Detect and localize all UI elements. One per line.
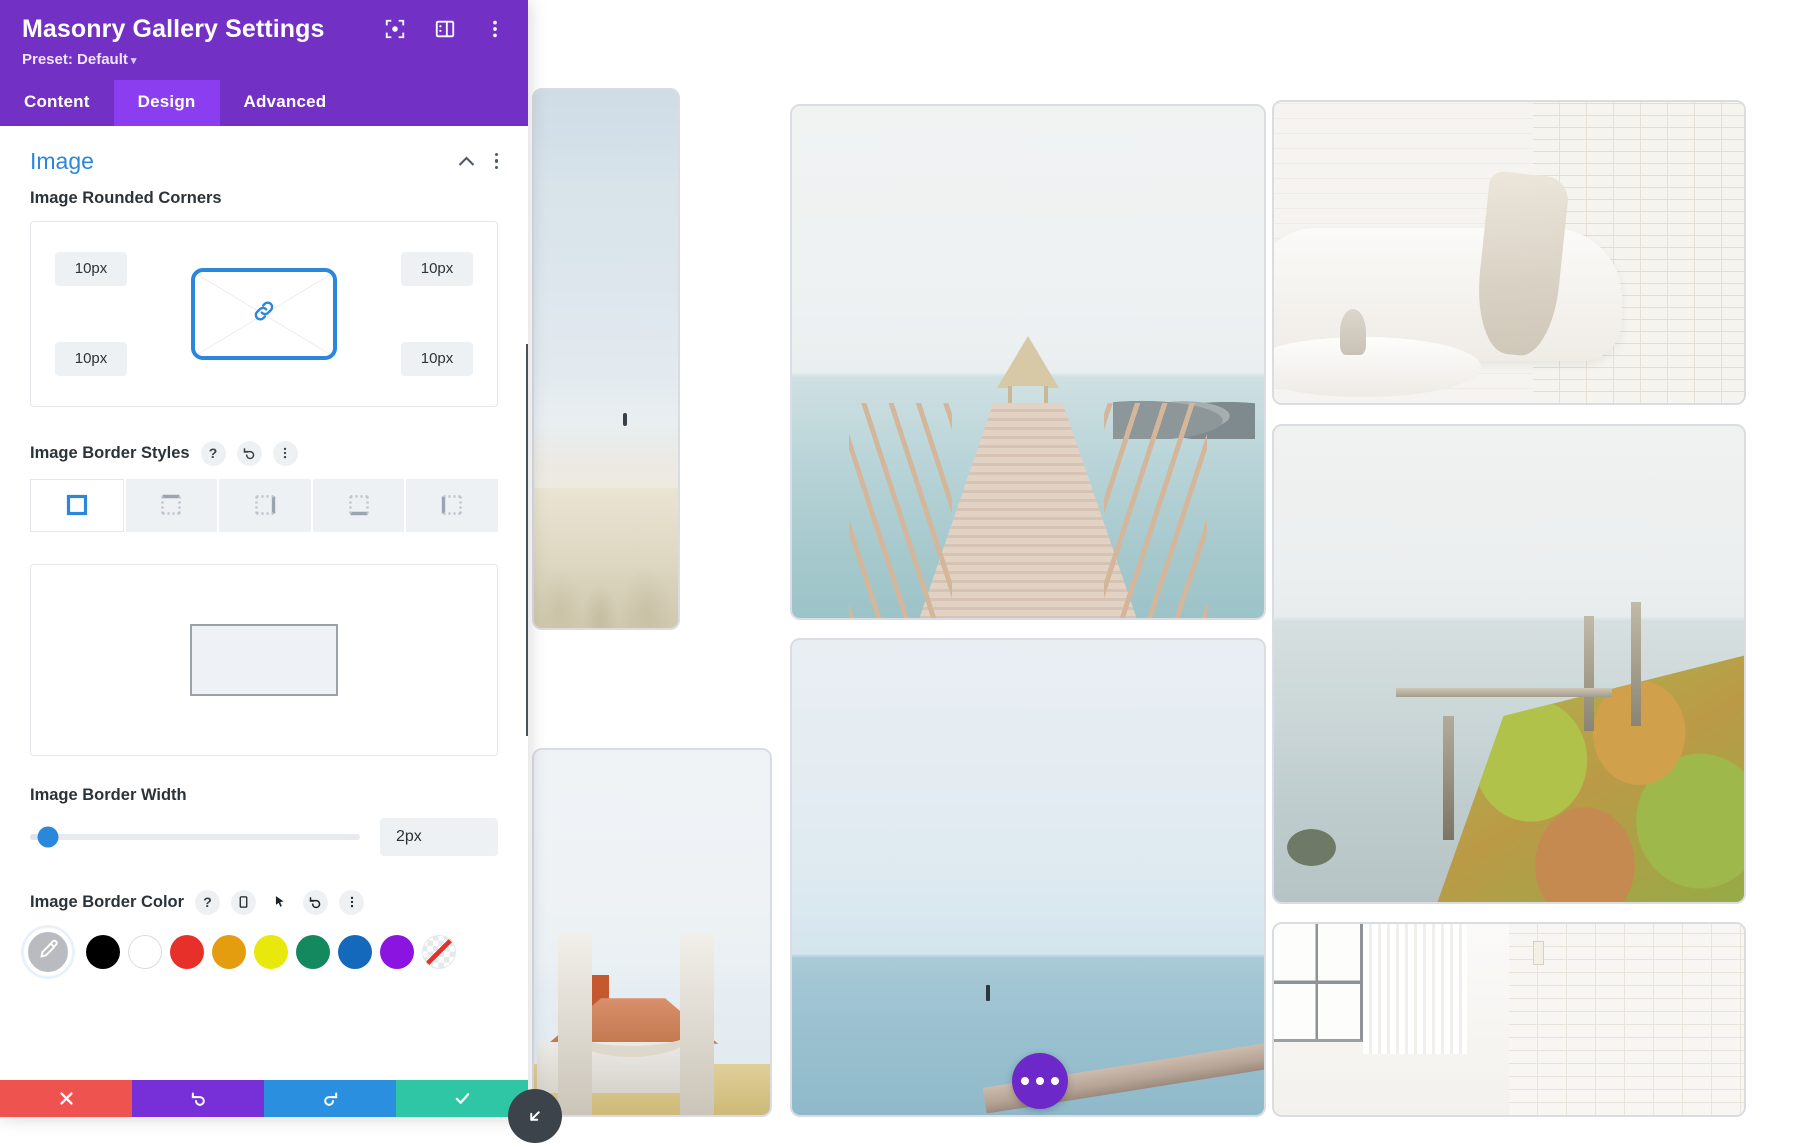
preset-selector[interactable]: Preset: Default▾	[22, 51, 506, 68]
settings-scroll-area[interactable]: Image Image Rounded Corners 10px 10px 10…	[0, 126, 528, 1081]
preset-label: Preset: Default	[22, 51, 128, 68]
field-image-border-styles: Image Border Styles ?	[0, 441, 528, 756]
responsive-phone-icon[interactable]	[231, 890, 256, 915]
kebab-menu-icon[interactable]	[484, 18, 506, 40]
corner-top-left-input[interactable]: 10px	[55, 252, 127, 286]
panel-action-bar	[0, 1080, 528, 1117]
border-all-sides-option[interactable]	[30, 479, 124, 532]
panel-resize-handle[interactable]	[508, 1089, 562, 1143]
field-image-border-color: Image Border Color ?	[0, 890, 528, 915]
swatch-purple[interactable]	[380, 935, 414, 969]
gallery-image-window[interactable]	[1272, 922, 1746, 1117]
border-width-label: Image Border Width	[30, 786, 498, 805]
gallery-image-rope[interactable]	[532, 748, 772, 1117]
photo-jetty	[792, 640, 1264, 1115]
photo-rope	[534, 750, 770, 1115]
border-width-control: 2px	[30, 818, 498, 856]
border-right-only-option[interactable]	[219, 479, 311, 532]
layout-panel-icon[interactable]	[434, 18, 456, 40]
corner-bottom-left-input[interactable]: 10px	[55, 342, 127, 376]
panel-scrollbar[interactable]	[526, 344, 528, 736]
swatch-yellow[interactable]	[254, 935, 288, 969]
border-styles-label-row: Image Border Styles ?	[30, 441, 498, 466]
module-options-fab[interactable]	[1012, 1053, 1068, 1109]
photo-dune	[534, 90, 678, 628]
field-image-border-width: Image Border Width 2px	[0, 786, 528, 856]
panel-header-icons	[384, 18, 506, 40]
gallery-image-dune[interactable]	[532, 88, 680, 630]
corner-top-right-input[interactable]: 10px	[401, 252, 473, 286]
color-picker-button[interactable]	[24, 928, 72, 976]
border-bottom-only-option[interactable]	[313, 479, 405, 532]
photo-sofa	[1274, 102, 1744, 403]
border-width-slider[interactable]	[30, 834, 360, 840]
photo-cliff	[1274, 426, 1744, 902]
help-icon[interactable]: ?	[201, 441, 226, 466]
swatch-black[interactable]	[86, 935, 120, 969]
border-styles-label: Image Border Styles	[30, 444, 190, 463]
help-icon[interactable]: ?	[195, 890, 220, 915]
border-style-options	[30, 479, 498, 532]
corner-link-toggle[interactable]	[191, 268, 337, 360]
tab-content[interactable]: Content	[0, 80, 114, 126]
section-kebab-menu-icon[interactable]	[495, 153, 499, 170]
border-preview-swatch	[190, 624, 338, 696]
rounded-corners-label: Image Rounded Corners	[30, 189, 498, 208]
undo-button[interactable]	[132, 1080, 264, 1117]
cancel-button[interactable]	[0, 1080, 132, 1117]
section-header-image: Image	[0, 126, 528, 189]
gallery-image-jetty[interactable]	[790, 638, 1266, 1117]
swatch-blue[interactable]	[338, 935, 372, 969]
hover-cursor-icon[interactable]	[267, 890, 292, 915]
reset-icon[interactable]	[303, 890, 328, 915]
photo-window	[1274, 924, 1744, 1115]
redo-button[interactable]	[264, 1080, 396, 1117]
border-left-only-option[interactable]	[406, 479, 498, 532]
swatch-green[interactable]	[296, 935, 330, 969]
photo-pier	[792, 106, 1264, 618]
eyedropper-icon	[37, 938, 59, 965]
swatch-none[interactable]	[422, 935, 456, 969]
panel-header: Masonry Gallery Settings Preset: Default…	[0, 0, 528, 80]
gallery-image-cliff[interactable]	[1272, 424, 1746, 904]
border-top-only-option[interactable]	[126, 479, 218, 532]
color-swatch-row	[0, 928, 528, 976]
field-image-rounded-corners: Image Rounded Corners 10px 10px 10px 10p…	[0, 189, 528, 407]
link-icon	[251, 298, 277, 329]
border-color-label: Image Border Color	[30, 893, 184, 912]
border-width-input[interactable]: 2px	[380, 818, 498, 856]
gallery-image-pier[interactable]	[790, 104, 1266, 620]
gallery-image-sofa[interactable]	[1272, 100, 1746, 405]
focus-target-icon[interactable]	[384, 18, 406, 40]
chevron-up-icon[interactable]	[458, 153, 475, 170]
swatch-white[interactable]	[128, 935, 162, 969]
slider-handle[interactable]	[38, 826, 59, 847]
swatch-red[interactable]	[170, 935, 204, 969]
reset-icon[interactable]	[237, 441, 262, 466]
tab-advanced[interactable]: Advanced	[220, 80, 351, 126]
tab-design[interactable]: Design	[114, 80, 220, 126]
swatch-orange[interactable]	[212, 935, 246, 969]
module-settings-panel: Masonry Gallery Settings Preset: Default…	[0, 0, 528, 1117]
border-preview	[30, 564, 498, 756]
chevron-down-icon: ▾	[131, 55, 137, 67]
border-styles-kebab-icon[interactable]	[273, 441, 298, 466]
border-color-label-row: Image Border Color ?	[30, 890, 498, 915]
border-color-kebab-icon[interactable]	[339, 890, 364, 915]
rounded-corners-widget: 10px 10px 10px 10px	[30, 221, 498, 407]
corner-bottom-right-input[interactable]: 10px	[401, 342, 473, 376]
section-title: Image	[30, 148, 458, 175]
settings-tabs: Content Design Advanced	[0, 80, 528, 126]
